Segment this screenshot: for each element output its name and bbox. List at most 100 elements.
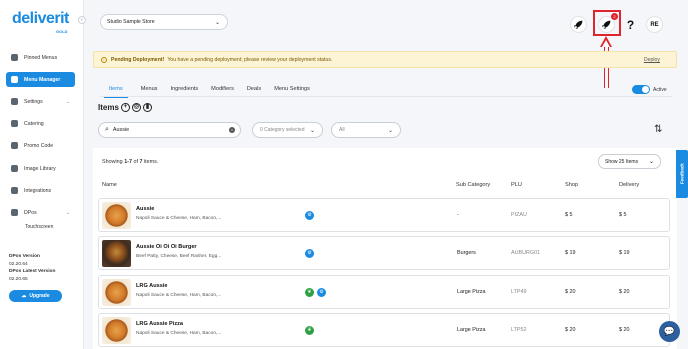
section-title: Items <box>98 103 119 112</box>
sidebar-item-pinned-menus[interactable]: Pinned Menus <box>6 50 75 65</box>
sidebar-item-label: Catering <box>24 120 44 127</box>
sidebar-item-integrations[interactable]: Integrations <box>6 183 75 198</box>
sidebar-subitem-touchscreen[interactable]: Touchscreen <box>25 224 53 230</box>
item-plu: LTP49 <box>511 289 527 295</box>
settings-badge-icon[interactable]: ⚙ <box>305 249 314 258</box>
item-sub-category: - <box>457 212 459 218</box>
pending-deployment-banner: i Pending Deployment! You have a pending… <box>93 51 677 68</box>
annotation-arrow-head-inner <box>602 40 610 47</box>
banner-message: You have a pending deployment; please re… <box>167 56 333 63</box>
image-icon <box>11 165 18 172</box>
table-row[interactable]: LRG Aussie Napoli Sauce & Cheese, Ham, B… <box>98 275 670 309</box>
item-sub-category: Large Pizza <box>457 289 486 295</box>
banner-title: Pending Deployment! <box>111 56 165 63</box>
sidebar-item-promo-code[interactable]: Promo Code <box>6 138 75 153</box>
sidebar-item-label: Menu Manager <box>24 76 61 83</box>
search-input[interactable]: ⌕ Aussie × <box>98 122 241 138</box>
item-name: Aussie <box>136 206 155 212</box>
sidebar-item-dpos[interactable]: DPos ⌄ <box>6 205 75 220</box>
active-toggle-label: Active <box>653 87 667 93</box>
column-header-delivery: Delivery <box>619 182 640 188</box>
item-thumbnail <box>102 240 131 267</box>
menu-manager-icon <box>11 76 18 83</box>
active-toggle[interactable] <box>632 85 650 94</box>
table-row[interactable]: Aussie Napoli Sauce & Cheese, Ham, Bacon… <box>98 198 670 232</box>
promo-icon <box>11 142 18 149</box>
showing-prefix: Showing <box>102 159 125 165</box>
help-button[interactable]: ? <box>622 16 639 33</box>
deploy-link[interactable]: Deploy <box>644 57 660 63</box>
column-header-shop: Shop <box>565 182 579 188</box>
item-delivery-price: $ 20 <box>619 289 630 295</box>
rocket-icon[interactable] <box>570 16 587 33</box>
leaf-badge-icon[interactable]: ❦ <box>305 326 314 335</box>
dpos-version-label: DPos Version <box>9 254 40 259</box>
clear-search-icon[interactable]: × <box>229 127 235 133</box>
item-description: Napoli Sauce & Cheese, Ham, Bacon,... <box>136 216 222 221</box>
item-description: Beef Patty, Cheese, Beef Rasher, Egg... <box>136 254 222 259</box>
item-delivery-price: $ 20 <box>619 327 630 333</box>
item-description: Napoli Sauce & Cheese, Ham, Bacon,... <box>136 331 222 336</box>
sidebar-item-label: Integrations <box>24 187 52 194</box>
sidebar-item-image-library[interactable]: Image Library <box>6 161 75 176</box>
dpos-icon <box>11 209 18 216</box>
dpos-latest-value: 02.20.65 <box>9 277 28 282</box>
column-header-name: Name <box>102 182 117 188</box>
store-select-value: Studio Sample Store <box>107 19 155 25</box>
item-shop-price: $ 5 <box>565 212 573 218</box>
chevron-down-icon: ⌄ <box>65 209 70 216</box>
chevron-down-icon: ⌄ <box>214 19 220 26</box>
rocket-icon-glyph <box>574 20 583 29</box>
sidebar-item-label: DPos <box>24 209 37 216</box>
pin-icon <box>11 54 18 61</box>
avatar[interactable]: RE <box>646 16 663 33</box>
tabs-divider <box>100 96 672 97</box>
sidebar-item-catering[interactable]: Catering <box>6 116 75 131</box>
table-row[interactable]: LRG Aussie Pizza Napoli Sauce & Cheese, … <box>98 313 670 347</box>
sidebar-item-label: Pinned Menus <box>24 54 58 61</box>
bookmark-icon[interactable]: ▮ <box>143 103 152 112</box>
item-name: Aussie Oi Oi Oi Burger <box>136 244 197 250</box>
settings-icon <box>11 98 18 105</box>
item-shop-price: $ 20 <box>565 327 576 333</box>
item-plu: PIZAU <box>511 212 527 218</box>
logo-sub: GOLD <box>56 29 68 34</box>
chevron-down-icon: ⌄ <box>65 98 70 105</box>
add-icon[interactable]: + <box>121 103 130 112</box>
store-select[interactable]: Studio Sample Store ⌄ <box>100 14 228 30</box>
item-description: Napoli Sauce & Cheese, Ham, Bacon,... <box>136 293 222 298</box>
page-size-select[interactable]: Show 25 Items ⌄ <box>598 154 661 169</box>
showing-count: Showing 1-7 of 7 items. <box>102 159 158 165</box>
chevron-down-icon: ⌄ <box>387 127 393 134</box>
upgrade-button[interactable]: ☁ Upgrade <box>9 290 62 302</box>
collapse-sidebar-button[interactable]: ‹ <box>78 16 86 24</box>
category-filter[interactable]: 0 Category selected ⌄ <box>252 122 323 138</box>
item-sub-category: Burgers <box>457 250 476 256</box>
item-plu: LTP52 <box>511 327 527 333</box>
settings-badge-icon[interactable]: ⚙ <box>305 211 314 220</box>
feedback-tab[interactable]: Feedback <box>676 150 688 198</box>
sidebar-item-label: Settings <box>24 98 43 105</box>
sidebar-item-label: Image Library <box>24 165 56 172</box>
logo[interactable]: deliverit <box>12 10 69 28</box>
sidebar-item-settings[interactable]: Settings ⌄ <box>6 94 75 109</box>
item-thumbnail <box>102 279 131 306</box>
chevron-down-icon: ⌄ <box>648 159 654 165</box>
showing-range: 1-7 <box>124 159 132 165</box>
column-header-plu: PLU <box>511 182 522 188</box>
sort-icon[interactable]: ⇅ <box>654 124 662 135</box>
settings-badge-icon[interactable]: ⚙ <box>317 288 326 297</box>
integrations-icon <box>11 187 18 194</box>
leaf-badge-icon[interactable]: ❦ <box>305 288 314 297</box>
category-filter-value: 0 Category selected <box>260 127 305 133</box>
item-shop-price: $ 20 <box>565 289 576 295</box>
table-row[interactable]: Aussie Oi Oi Oi Burger Beef Patty, Chees… <box>98 236 670 270</box>
item-plu: AUBURG01 <box>511 250 541 256</box>
chat-icon[interactable]: 💬 <box>659 321 680 342</box>
status-filter[interactable]: All ⌄ <box>331 122 401 138</box>
catering-icon <box>11 120 18 127</box>
page-size-value: Show 25 Items <box>605 158 639 165</box>
sidebar-item-menu-manager[interactable]: Menu Manager <box>6 72 75 87</box>
item-sub-category: Large Pizza <box>457 327 486 333</box>
scan-icon[interactable]: ◎ <box>132 103 141 112</box>
